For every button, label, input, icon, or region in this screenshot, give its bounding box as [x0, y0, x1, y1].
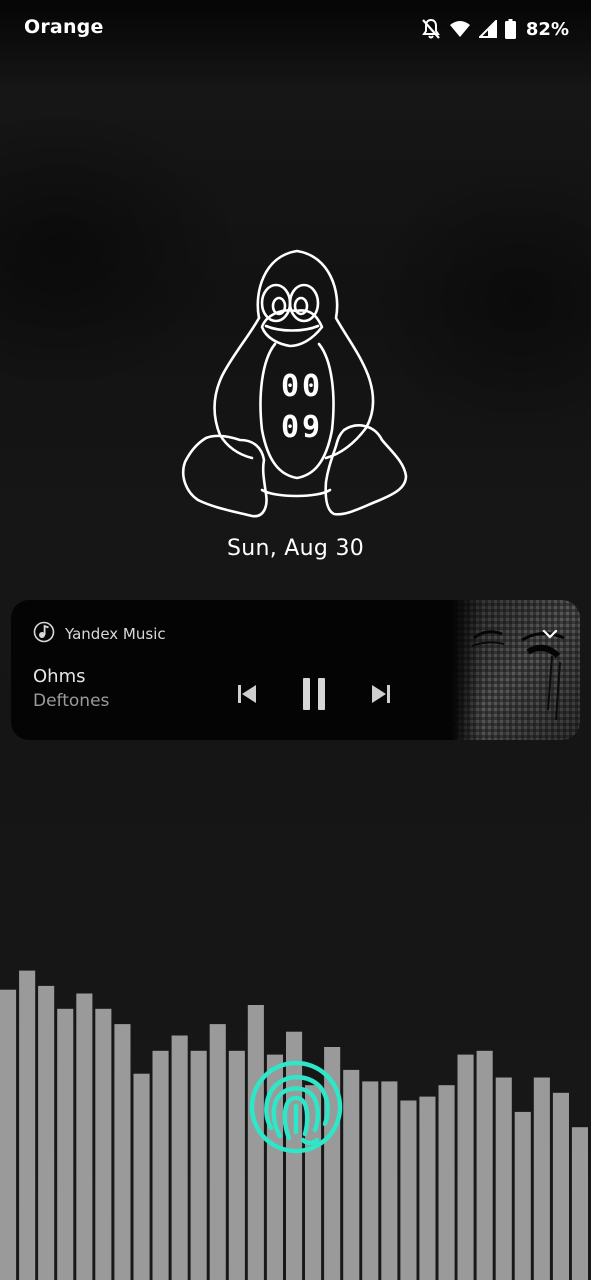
music-note-icon [33, 621, 55, 647]
clock-time: 00 09 [264, 366, 340, 448]
visualizer-bar [343, 1069, 360, 1280]
next-button[interactable] [361, 674, 401, 714]
next-icon [372, 685, 390, 703]
wifi-icon [449, 20, 471, 38]
visualizer-bar [571, 1127, 588, 1280]
media-app-row: Yandex Music [33, 621, 166, 647]
clock-hours: 00 [280, 369, 324, 404]
pause-icon [303, 678, 325, 710]
album-art-fade [452, 600, 482, 740]
status-icons: 82% [421, 16, 569, 42]
visualizer-bar [114, 1024, 131, 1280]
previous-icon [238, 685, 256, 703]
fingerprint-icon [249, 1060, 343, 1154]
notifications-off-icon [421, 18, 441, 40]
visualizer-bar [381, 1081, 398, 1280]
chevron-down-icon [542, 629, 558, 639]
track-title: Ohms [33, 666, 86, 687]
visualizer-bar [95, 1008, 112, 1280]
track-artist: Deftones [33, 691, 110, 711]
media-app-name: Yandex Music [65, 625, 166, 643]
battery-icon [504, 19, 516, 39]
album-art [452, 600, 580, 740]
visualizer-bar [38, 985, 55, 1280]
expand-button[interactable] [540, 624, 560, 644]
cellular-signal-icon [478, 20, 497, 38]
visualizer-bar [209, 1024, 226, 1280]
visualizer-bar [171, 1035, 188, 1280]
visualizer-bar [0, 989, 17, 1280]
visualizer-bar [400, 1100, 417, 1280]
visualizer-bar [419, 1096, 436, 1280]
visualizer-bar [495, 1077, 512, 1280]
visualizer-bar [476, 1050, 493, 1280]
fingerprint-sensor[interactable] [247, 1058, 345, 1156]
visualizer-bar [152, 1050, 169, 1280]
visualizer-bar [190, 1050, 207, 1280]
clock-minutes: 09 [280, 410, 324, 445]
battery-percent: 82% [525, 18, 569, 40]
media-player-card[interactable]: Yandex Music Ohms Deftones [11, 600, 580, 740]
date-label: Sun, Aug 30 [226, 536, 365, 561]
visualizer-bar [228, 1050, 245, 1280]
carrier-name: Orange [24, 16, 104, 38]
visualizer-bar [438, 1085, 455, 1280]
visualizer-bar [514, 1111, 531, 1280]
visualizer-bar [57, 1008, 74, 1280]
visualizer-bar [362, 1081, 379, 1280]
visualizer-bar [552, 1092, 569, 1280]
lock-clock: 00 09 [176, 245, 412, 525]
visualizer-bar [76, 993, 93, 1280]
visualizer-bar [133, 1073, 150, 1280]
pause-button[interactable] [294, 674, 334, 714]
visualizer-bar [533, 1077, 550, 1280]
visualizer-bar [457, 1054, 474, 1280]
status-bar: Orange 82% [0, 0, 591, 58]
previous-button[interactable] [227, 674, 267, 714]
visualizer-bar [19, 970, 36, 1280]
